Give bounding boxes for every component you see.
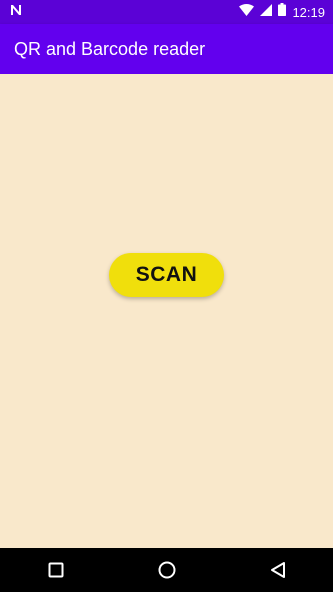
- scan-button[interactable]: SCAN: [109, 253, 224, 297]
- notification-n-icon: [10, 3, 22, 21]
- wifi-icon: [239, 3, 255, 21]
- battery-icon: [278, 3, 287, 21]
- recents-square-icon[interactable]: [36, 550, 76, 590]
- status-time: 12:19: [292, 4, 325, 20]
- cellular-signal-icon: [260, 3, 273, 21]
- app-bar: QR and Barcode reader: [0, 24, 333, 74]
- app-title: QR and Barcode reader: [14, 38, 206, 59]
- navigation-bar: [0, 548, 333, 592]
- main-content: SCAN: [0, 74, 333, 548]
- status-bar: 12:19: [0, 0, 333, 24]
- home-circle-icon[interactable]: [147, 550, 187, 590]
- back-triangle-icon[interactable]: [258, 550, 298, 590]
